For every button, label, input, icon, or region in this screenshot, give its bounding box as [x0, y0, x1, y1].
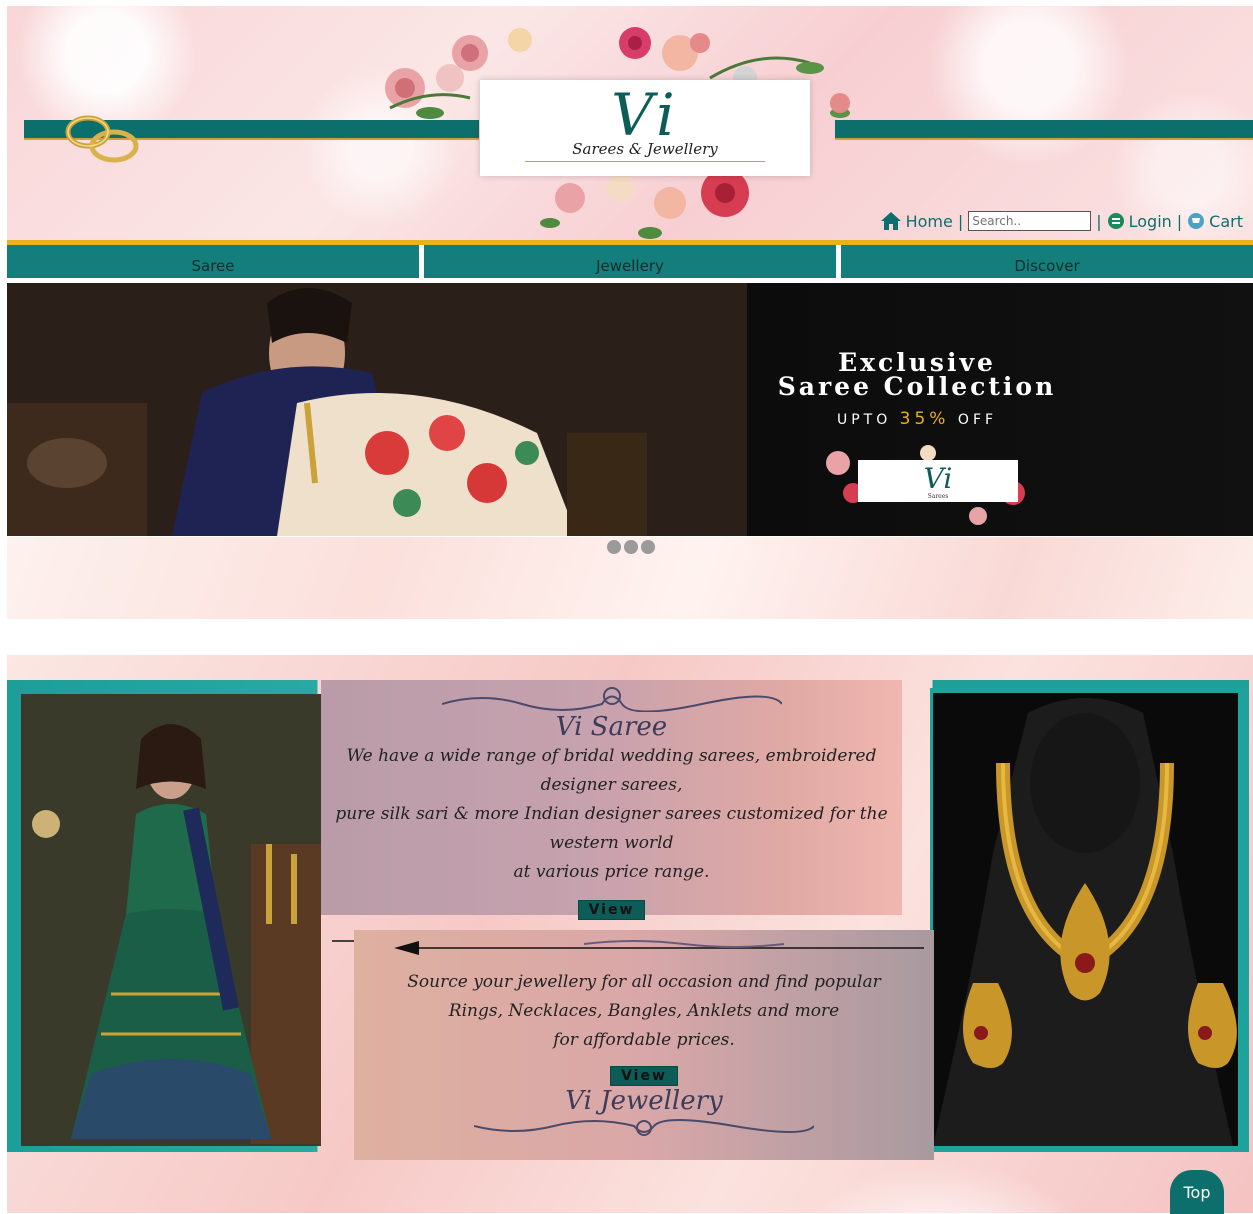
saree-title: Vi Saree [555, 712, 668, 742]
login-label: Login [1128, 211, 1172, 231]
ornament-divider-icon [441, 687, 783, 713]
cart-link[interactable]: Cart [1187, 212, 1243, 231]
nav-separator: | [1096, 211, 1102, 231]
banner-logo-sub: Sarees [928, 493, 949, 500]
saree-model-photo[interactable] [21, 694, 321, 1146]
arrow-left-icon [394, 940, 924, 955]
carousel-dots [607, 540, 655, 554]
view-jewellery-button[interactable]: View [610, 1066, 678, 1086]
necklace-photo[interactable] [933, 693, 1238, 1146]
banner-subheadline: Saree Collection [777, 372, 1057, 401]
category-discover[interactable]: Discover [841, 245, 1253, 278]
saree-promo-card: Vi Saree We have a wide range of bridal … [321, 680, 902, 948]
cart-icon [1188, 213, 1205, 229]
jewellery-description-line: for affordable prices. [553, 1030, 735, 1050]
jewellery-promo-card: Source your jewellery for all occasion a… [354, 930, 934, 1160]
jewellery-description-line: Rings, Necklaces, Bangles, Anklets and m… [448, 1001, 840, 1021]
login-link[interactable]: Login [1107, 212, 1172, 231]
carousel-dot[interactable] [641, 540, 655, 554]
saree-model-image [21, 694, 321, 1146]
brand-logo[interactable]: Vi Sarees & Jewellery [480, 80, 810, 176]
scroll-top-button[interactable]: Top [1170, 1170, 1224, 1214]
banner-caption: Exclusive Saree Collection UPTO 35% OFF [747, 350, 1087, 429]
logo-tagline: Sarees & Jewellery [572, 140, 718, 158]
saree-description-line: We have a wide range of bridal wedding s… [346, 746, 877, 795]
offer-prefix: UPTO [836, 412, 892, 428]
header-band-right [835, 120, 1253, 140]
login-icon [1107, 213, 1124, 229]
logo-underline [525, 161, 765, 162]
carousel-dot[interactable] [624, 540, 638, 554]
top-nav: Home | | Login | Cart [880, 206, 1243, 236]
home-icon [880, 212, 901, 230]
home-link[interactable]: Home [880, 211, 953, 231]
category-saree[interactable]: Saree [7, 245, 419, 278]
saree-description-line: at various price range. [513, 862, 710, 882]
nav-separator: | [1176, 211, 1183, 231]
cart-label: Cart [1209, 211, 1243, 231]
offer-suffix: OFF [957, 412, 998, 428]
saree-description-line: pure silk sari & more Indian designer sa… [335, 804, 888, 853]
search-input[interactable] [968, 211, 1092, 231]
hero-banner[interactable]: Exclusive Saree Collection UPTO 35% OFF [7, 283, 1253, 536]
jewellery-title: Vi Jewellery [565, 1086, 723, 1116]
banner-logo-mark: Vi [924, 462, 953, 495]
carousel-dot[interactable] [607, 540, 621, 554]
category-nav: Saree Jewellery Discover [7, 245, 1253, 278]
banner-offer: UPTO 35% OFF [747, 409, 1087, 429]
jewellery-description-line: Source your jewellery for all occasion a… [407, 972, 881, 992]
view-saree-button[interactable]: View [577, 900, 646, 920]
necklace-image [933, 693, 1238, 1146]
category-jewellery[interactable]: Jewellery [424, 245, 836, 278]
home-label: Home [905, 211, 953, 231]
saree-description: We have a wide range of bridal wedding s… [321, 742, 902, 887]
jewellery-description: Source your jewellery for all occasion a… [354, 968, 934, 1055]
nav-separator: | [957, 211, 964, 231]
offer-percent: 35% [899, 409, 950, 429]
model-saree-image [7, 283, 747, 536]
banner-logo-badge: Vi Sarees [826, 445, 1025, 525]
ornament-divider-icon [473, 1119, 815, 1136]
wedding-rings-icon [65, 115, 139, 163]
